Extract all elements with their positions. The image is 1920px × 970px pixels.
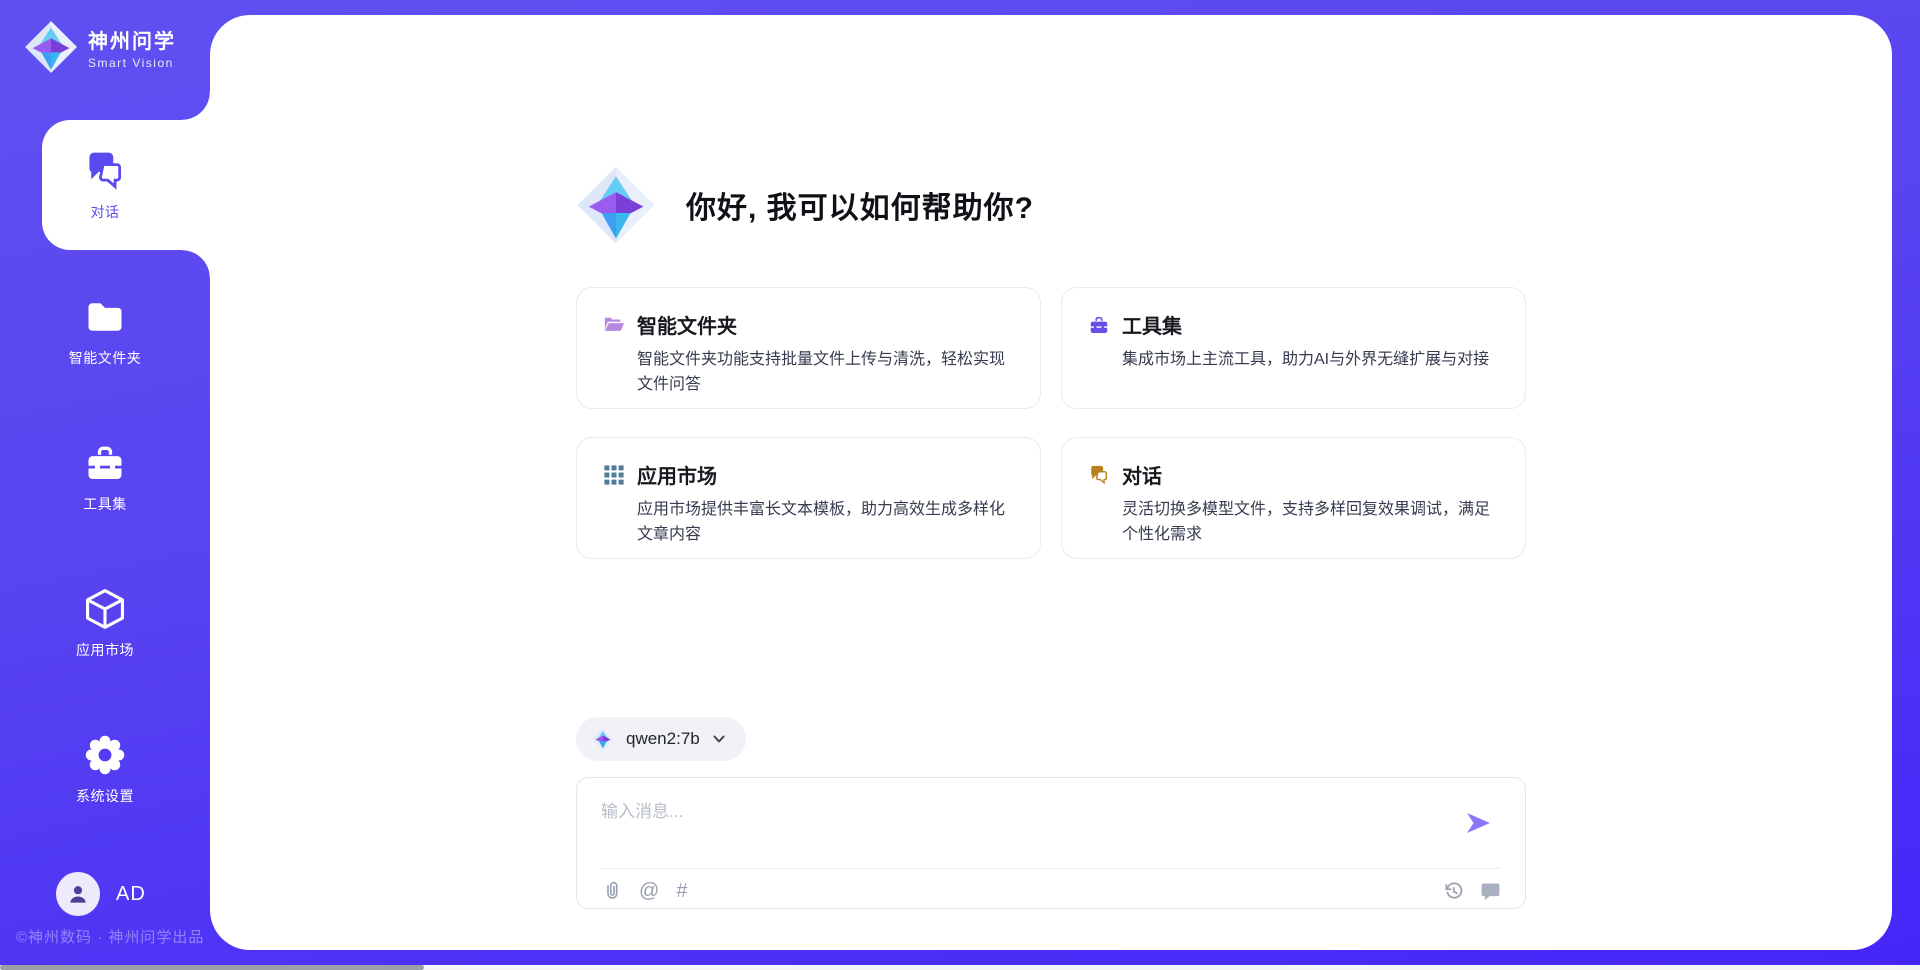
model-selector-row: qwen2:7b: [576, 717, 1526, 761]
footer-credit: ©神州数码 · 神州问学出品: [16, 926, 204, 947]
horizontal-scrollbar[interactable]: [0, 965, 1920, 970]
sidebar-item-label: 应用市场: [76, 640, 134, 660]
toolbox-icon: [83, 441, 127, 485]
sidebar-item-label: 智能文件夹: [69, 348, 142, 368]
chat-bubbles-icon: [1088, 464, 1110, 486]
cube-icon: [83, 587, 127, 631]
folder-open-icon: [603, 314, 625, 336]
sidebar-item-settings[interactable]: 系统设置: [0, 696, 210, 842]
at-icon[interactable]: @: [639, 881, 659, 901]
user-name: AD: [116, 883, 146, 906]
sidebar-nav: 对话 智能文件夹 工具集 应用市场 系统设置: [0, 112, 210, 842]
card-toolset[interactable]: 工具集 集成市场上主流工具，助力AI与外界无缝扩展与对接: [1061, 287, 1526, 409]
greeting-title: 你好, 我可以如何帮助你?: [686, 183, 1034, 227]
chevron-down-icon: [712, 732, 726, 746]
avatar: [56, 872, 100, 916]
main-panel: 你好, 我可以如何帮助你? 智能文件夹 智能文件夹功能支持批量文件上传与清洗，轻…: [210, 15, 1892, 950]
message-composer: @ #: [576, 777, 1526, 909]
sidebar: 神州问学 Smart Vision 对话 智能文件夹 工具集 应用市场: [0, 0, 210, 970]
card-description: 集成市场上主流工具，助力AI与外界无缝扩展与对接: [1122, 348, 1499, 373]
greeting: 你好, 我可以如何帮助你?: [576, 163, 1526, 247]
card-description: 应用市场提供丰富长文本模板，助力高效生成多样化文章内容: [637, 498, 1014, 548]
chat-bubbles-icon: [83, 149, 127, 193]
card-smart-folder[interactable]: 智能文件夹 智能文件夹功能支持批量文件上传与清洗，轻松实现文件问答: [576, 287, 1041, 409]
sidebar-item-smart-folder[interactable]: 智能文件夹: [0, 258, 210, 404]
gear-icon: [83, 733, 127, 777]
comment-icon[interactable]: [1480, 880, 1501, 901]
person-icon: [65, 881, 91, 907]
app-screen: 你好, 我可以如何帮助你? 智能文件夹 智能文件夹功能支持批量文件上传与清洗，轻…: [0, 0, 1920, 970]
send-button[interactable]: [1463, 808, 1493, 838]
sidebar-item-chat[interactable]: 对话: [0, 112, 210, 258]
send-icon: [1463, 808, 1493, 838]
paperclip-icon[interactable]: [601, 880, 622, 901]
apps-grid-icon: [603, 464, 625, 486]
sidebar-item-label: 对话: [91, 202, 120, 222]
brand-name: 神州问学: [88, 25, 176, 54]
card-chat[interactable]: 对话 灵活切换多模型文件，支持多样回复效果调试，满足个性化需求: [1061, 437, 1526, 559]
card-title: 应用市场: [637, 460, 717, 489]
card-title: 工具集: [1122, 310, 1182, 339]
model-name: qwen2:7b: [626, 729, 700, 749]
card-title: 对话: [1122, 460, 1162, 489]
card-description: 智能文件夹功能支持批量文件上传与清洗，轻松实现文件问答: [637, 348, 1014, 398]
brand-diamond-icon: [576, 165, 656, 245]
history-icon[interactable]: [1442, 880, 1463, 901]
card-description: 灵活切换多模型文件，支持多样回复效果调试，满足个性化需求: [1122, 498, 1499, 548]
card-title: 智能文件夹: [637, 310, 737, 339]
brand-diamond-icon: [24, 20, 78, 74]
message-input[interactable]: [577, 778, 1437, 860]
model-selector[interactable]: qwen2:7b: [576, 717, 746, 761]
brand-subtitle: Smart Vision: [88, 56, 176, 70]
sidebar-item-label: 系统设置: [76, 786, 134, 806]
hash-icon[interactable]: #: [676, 881, 687, 901]
brand: 神州问学 Smart Vision: [0, 0, 210, 74]
feature-cards: 智能文件夹 智能文件夹功能支持批量文件上传与清洗，轻松实现文件问答 工具集 集成…: [576, 287, 1526, 559]
composer-divider: [601, 868, 1501, 869]
sidebar-item-app-market[interactable]: 应用市场: [0, 550, 210, 696]
briefcase-icon: [1088, 314, 1110, 336]
scrollbar-thumb[interactable]: [0, 965, 424, 970]
folder-icon: [83, 295, 127, 339]
card-app-market[interactable]: 应用市场 应用市场提供丰富长文本模板，助力高效生成多样化文章内容: [576, 437, 1041, 559]
sidebar-item-toolset[interactable]: 工具集: [0, 404, 210, 550]
user-account[interactable]: AD: [56, 872, 146, 916]
sidebar-item-label: 工具集: [83, 494, 127, 514]
brand-diamond-icon: [592, 728, 614, 750]
